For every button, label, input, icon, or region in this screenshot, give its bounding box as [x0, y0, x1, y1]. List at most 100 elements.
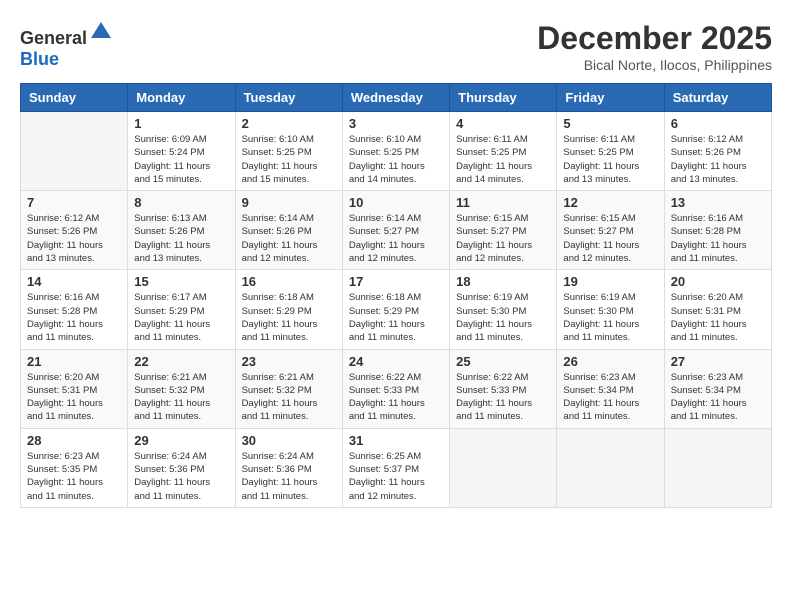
day-info: Sunrise: 6:16 AM Sunset: 5:28 PM Dayligh…: [671, 212, 765, 265]
day-info: Sunrise: 6:12 AM Sunset: 5:26 PM Dayligh…: [671, 133, 765, 186]
day-number: 8: [134, 195, 228, 210]
day-number: 17: [349, 274, 443, 289]
day-number: 27: [671, 354, 765, 369]
weekday-header-row: SundayMondayTuesdayWednesdayThursdayFrid…: [21, 84, 772, 112]
page-header: General Blue December 2025 Bical Norte, …: [20, 20, 772, 73]
day-info: Sunrise: 6:18 AM Sunset: 5:29 PM Dayligh…: [242, 291, 336, 344]
calendar-cell: 10 Sunrise: 6:14 AM Sunset: 5:27 PM Dayl…: [342, 191, 449, 270]
day-number: 26: [563, 354, 657, 369]
day-info: Sunrise: 6:13 AM Sunset: 5:26 PM Dayligh…: [134, 212, 228, 265]
day-info: Sunrise: 6:20 AM Sunset: 5:31 PM Dayligh…: [27, 371, 121, 424]
day-info: Sunrise: 6:20 AM Sunset: 5:31 PM Dayligh…: [671, 291, 765, 344]
calendar-cell: 15 Sunrise: 6:17 AM Sunset: 5:29 PM Dayl…: [128, 270, 235, 349]
week-row-4: 21 Sunrise: 6:20 AM Sunset: 5:31 PM Dayl…: [21, 349, 772, 428]
calendar-cell: 5 Sunrise: 6:11 AM Sunset: 5:25 PM Dayli…: [557, 112, 664, 191]
calendar-cell: 12 Sunrise: 6:15 AM Sunset: 5:27 PM Dayl…: [557, 191, 664, 270]
calendar-cell: 27 Sunrise: 6:23 AM Sunset: 5:34 PM Dayl…: [664, 349, 771, 428]
day-number: 5: [563, 116, 657, 131]
calendar-cell: [557, 428, 664, 507]
calendar-cell: 28 Sunrise: 6:23 AM Sunset: 5:35 PM Dayl…: [21, 428, 128, 507]
calendar-cell: 4 Sunrise: 6:11 AM Sunset: 5:25 PM Dayli…: [450, 112, 557, 191]
day-number: 15: [134, 274, 228, 289]
day-number: 3: [349, 116, 443, 131]
day-number: 9: [242, 195, 336, 210]
day-info: Sunrise: 6:21 AM Sunset: 5:32 PM Dayligh…: [134, 371, 228, 424]
calendar-cell: [21, 112, 128, 191]
day-info: Sunrise: 6:17 AM Sunset: 5:29 PM Dayligh…: [134, 291, 228, 344]
day-number: 23: [242, 354, 336, 369]
location: Bical Norte, Ilocos, Philippines: [537, 57, 772, 73]
calendar-cell: 1 Sunrise: 6:09 AM Sunset: 5:24 PM Dayli…: [128, 112, 235, 191]
day-number: 29: [134, 433, 228, 448]
weekday-header-thursday: Thursday: [450, 84, 557, 112]
calendar-cell: 17 Sunrise: 6:18 AM Sunset: 5:29 PM Dayl…: [342, 270, 449, 349]
day-number: 20: [671, 274, 765, 289]
day-info: Sunrise: 6:10 AM Sunset: 5:25 PM Dayligh…: [349, 133, 443, 186]
calendar-cell: 23 Sunrise: 6:21 AM Sunset: 5:32 PM Dayl…: [235, 349, 342, 428]
day-info: Sunrise: 6:21 AM Sunset: 5:32 PM Dayligh…: [242, 371, 336, 424]
calendar-cell: 3 Sunrise: 6:10 AM Sunset: 5:25 PM Dayli…: [342, 112, 449, 191]
day-number: 19: [563, 274, 657, 289]
day-number: 6: [671, 116, 765, 131]
calendar-cell: 6 Sunrise: 6:12 AM Sunset: 5:26 PM Dayli…: [664, 112, 771, 191]
day-info: Sunrise: 6:23 AM Sunset: 5:34 PM Dayligh…: [671, 371, 765, 424]
calendar-cell: [664, 428, 771, 507]
calendar-cell: [450, 428, 557, 507]
day-info: Sunrise: 6:15 AM Sunset: 5:27 PM Dayligh…: [456, 212, 550, 265]
logo-text-blue: Blue: [20, 49, 59, 69]
calendar-cell: 31 Sunrise: 6:25 AM Sunset: 5:37 PM Dayl…: [342, 428, 449, 507]
calendar-cell: 19 Sunrise: 6:19 AM Sunset: 5:30 PM Dayl…: [557, 270, 664, 349]
day-number: 30: [242, 433, 336, 448]
day-info: Sunrise: 6:19 AM Sunset: 5:30 PM Dayligh…: [563, 291, 657, 344]
day-info: Sunrise: 6:11 AM Sunset: 5:25 PM Dayligh…: [456, 133, 550, 186]
day-info: Sunrise: 6:15 AM Sunset: 5:27 PM Dayligh…: [563, 212, 657, 265]
calendar-cell: 14 Sunrise: 6:16 AM Sunset: 5:28 PM Dayl…: [21, 270, 128, 349]
day-info: Sunrise: 6:16 AM Sunset: 5:28 PM Dayligh…: [27, 291, 121, 344]
week-row-1: 1 Sunrise: 6:09 AM Sunset: 5:24 PM Dayli…: [21, 112, 772, 191]
logo-text-general: General: [20, 28, 87, 48]
calendar-cell: 13 Sunrise: 6:16 AM Sunset: 5:28 PM Dayl…: [664, 191, 771, 270]
calendar-cell: 9 Sunrise: 6:14 AM Sunset: 5:26 PM Dayli…: [235, 191, 342, 270]
calendar: SundayMondayTuesdayWednesdayThursdayFrid…: [20, 83, 772, 508]
calendar-cell: 8 Sunrise: 6:13 AM Sunset: 5:26 PM Dayli…: [128, 191, 235, 270]
day-info: Sunrise: 6:11 AM Sunset: 5:25 PM Dayligh…: [563, 133, 657, 186]
week-row-5: 28 Sunrise: 6:23 AM Sunset: 5:35 PM Dayl…: [21, 428, 772, 507]
calendar-cell: 16 Sunrise: 6:18 AM Sunset: 5:29 PM Dayl…: [235, 270, 342, 349]
day-number: 4: [456, 116, 550, 131]
day-number: 24: [349, 354, 443, 369]
weekday-header-wednesday: Wednesday: [342, 84, 449, 112]
calendar-cell: 11 Sunrise: 6:15 AM Sunset: 5:27 PM Dayl…: [450, 191, 557, 270]
day-info: Sunrise: 6:22 AM Sunset: 5:33 PM Dayligh…: [349, 371, 443, 424]
day-info: Sunrise: 6:14 AM Sunset: 5:27 PM Dayligh…: [349, 212, 443, 265]
day-number: 14: [27, 274, 121, 289]
day-info: Sunrise: 6:25 AM Sunset: 5:37 PM Dayligh…: [349, 450, 443, 503]
weekday-header-saturday: Saturday: [664, 84, 771, 112]
day-number: 7: [27, 195, 121, 210]
calendar-cell: 26 Sunrise: 6:23 AM Sunset: 5:34 PM Dayl…: [557, 349, 664, 428]
day-number: 10: [349, 195, 443, 210]
day-info: Sunrise: 6:24 AM Sunset: 5:36 PM Dayligh…: [134, 450, 228, 503]
day-info: Sunrise: 6:14 AM Sunset: 5:26 PM Dayligh…: [242, 212, 336, 265]
logo: General Blue: [20, 20, 113, 70]
calendar-cell: 20 Sunrise: 6:20 AM Sunset: 5:31 PM Dayl…: [664, 270, 771, 349]
calendar-cell: 29 Sunrise: 6:24 AM Sunset: 5:36 PM Dayl…: [128, 428, 235, 507]
day-number: 28: [27, 433, 121, 448]
calendar-cell: 7 Sunrise: 6:12 AM Sunset: 5:26 PM Dayli…: [21, 191, 128, 270]
day-info: Sunrise: 6:19 AM Sunset: 5:30 PM Dayligh…: [456, 291, 550, 344]
day-number: 13: [671, 195, 765, 210]
week-row-3: 14 Sunrise: 6:16 AM Sunset: 5:28 PM Dayl…: [21, 270, 772, 349]
day-number: 31: [349, 433, 443, 448]
day-number: 21: [27, 354, 121, 369]
day-info: Sunrise: 6:22 AM Sunset: 5:33 PM Dayligh…: [456, 371, 550, 424]
weekday-header-tuesday: Tuesday: [235, 84, 342, 112]
calendar-cell: 24 Sunrise: 6:22 AM Sunset: 5:33 PM Dayl…: [342, 349, 449, 428]
month-year: December 2025: [537, 20, 772, 57]
day-info: Sunrise: 6:10 AM Sunset: 5:25 PM Dayligh…: [242, 133, 336, 186]
calendar-cell: 2 Sunrise: 6:10 AM Sunset: 5:25 PM Dayli…: [235, 112, 342, 191]
day-number: 2: [242, 116, 336, 131]
calendar-cell: 30 Sunrise: 6:24 AM Sunset: 5:36 PM Dayl…: [235, 428, 342, 507]
day-number: 22: [134, 354, 228, 369]
day-number: 11: [456, 195, 550, 210]
day-info: Sunrise: 6:23 AM Sunset: 5:34 PM Dayligh…: [563, 371, 657, 424]
calendar-cell: 21 Sunrise: 6:20 AM Sunset: 5:31 PM Dayl…: [21, 349, 128, 428]
